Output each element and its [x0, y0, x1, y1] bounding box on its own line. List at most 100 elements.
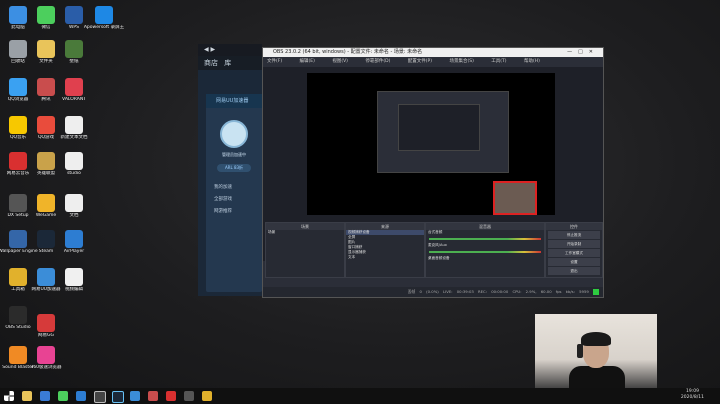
app-icon — [95, 6, 113, 24]
steam-nav[interactable]: 商店 库 — [198, 56, 262, 70]
desktop-icon-label: 视频编辑 — [65, 287, 83, 292]
windows-start-icon[interactable] — [4, 391, 14, 401]
menu-scene-collection[interactable]: 场景集合(S) — [449, 59, 473, 64]
app-icon — [37, 314, 55, 332]
window-controls[interactable]: —□✕ — [567, 48, 599, 57]
status-bitrate: kb/s: 5959 — [565, 289, 589, 294]
start-record-button[interactable]: 开始录制 — [548, 240, 600, 248]
desktop-icon-label: 360极速浏览器 — [30, 365, 62, 370]
menu-item[interactable]: 我的加速 — [214, 182, 262, 194]
app-icon — [65, 6, 83, 24]
music-icon[interactable] — [166, 391, 176, 401]
streamer-body — [569, 366, 625, 390]
menu-profile[interactable]: 配置文件(P) — [408, 59, 432, 64]
desktop-icon[interactable]: AirPlayer — [52, 228, 96, 270]
settings-button[interactable]: 设置 — [548, 258, 600, 266]
scenes-dock: 场景 场景 — [265, 222, 345, 278]
obs-statusbar: 丢帧 0 (0.0%) LIVE: 00:39:03 REC: 00:00:00… — [263, 287, 603, 297]
vip-pill[interactable]: ARL 83折 — [217, 164, 251, 172]
obs-window[interactable]: OBS 23.0.2 (64 bit, windows) - 配置文件: 未命名… — [262, 47, 604, 298]
menu-help[interactable]: 帮助(H) — [524, 59, 540, 64]
app-icon — [65, 78, 83, 96]
app-icon — [65, 40, 83, 58]
status-rec: REC: 00:00:00 — [478, 289, 509, 294]
headset-icon — [577, 344, 583, 358]
desktop-icon[interactable]: 壁纸 — [52, 38, 96, 80]
nav-library[interactable]: 库 — [224, 59, 231, 67]
menu-edit[interactable]: 编辑(E) — [300, 59, 315, 64]
scene-item[interactable]: 场景 — [266, 230, 344, 235]
controls-dock: 控件 停止推流 开始录制 工作室模式 设置 退出 — [545, 222, 603, 278]
controls-title: 控件 — [546, 223, 602, 230]
desktop-icon[interactable]: 视频编辑 — [52, 266, 96, 308]
app-icon[interactable] — [202, 391, 212, 401]
preview-canvas[interactable] — [307, 73, 555, 215]
panel-menu: 我的加速 全部游戏 网游推荐 — [206, 182, 262, 218]
desktop-icon-label: studio — [67, 171, 81, 176]
desktop-icon-label: Apowersoft 录屏王 — [83, 25, 125, 30]
menu-view[interactable]: 视图(V) — [332, 59, 348, 64]
clock-date: 2020/8/11 — [680, 395, 704, 400]
uu-taskbar-icon[interactable] — [130, 391, 140, 401]
wechat-icon[interactable] — [58, 391, 68, 401]
desktop-icon[interactable]: VALORANT — [52, 76, 96, 118]
streamer-hair — [581, 332, 611, 346]
steam-window[interactable]: ◀ ▶ 商店 库 网易UU加速器 管理员加速中 ARL 83折 我的加速 全部游… — [198, 44, 262, 296]
menu-file[interactable]: 文件(F) — [267, 59, 282, 64]
app-icon[interactable] — [40, 391, 50, 401]
desktop-icon[interactable]: 360极速浏览器 — [24, 344, 68, 386]
avatar[interactable] — [220, 120, 248, 148]
system-clock[interactable]: 19:09 2020/8/11 — [681, 389, 704, 401]
explorer-icon[interactable] — [22, 391, 32, 401]
mixer-track: 麦克风/Aux — [428, 243, 447, 247]
source-item[interactable]: 文本 — [346, 255, 424, 260]
steam-topbar[interactable]: ◀ ▶ — [198, 44, 262, 56]
app-icon — [65, 194, 83, 212]
desktop-icon-label: VALORANT — [62, 97, 86, 102]
steam-taskbar-icon[interactable] — [112, 391, 124, 403]
studio-mode-button[interactable]: 工作室模式 — [548, 249, 600, 257]
app-icon[interactable] — [184, 391, 194, 401]
app-icon — [65, 268, 83, 286]
obs-menubar[interactable]: 文件(F) 编辑(E) 视图(V) 停靠部件(D) 配置文件(P) 场景集合(S… — [263, 57, 603, 66]
desktop-icon-label: 文档 — [69, 213, 79, 218]
nested-obs-capture — [377, 91, 509, 173]
menu-docks[interactable]: 停靠部件(D) — [365, 59, 390, 64]
webcam-overlay — [535, 314, 657, 390]
status-cpu: CPU: 2.9%, 60.00 fps — [512, 289, 562, 294]
username: 管理员加速中 — [222, 152, 246, 157]
desktop-icon-label: 新建文本文档 — [60, 135, 88, 140]
desktop-icon-label: AirPlayer — [63, 249, 85, 254]
menu-item[interactable]: 网游推荐 — [214, 206, 262, 218]
sources-dock: 来源 视频捕获设备 全屏 图片 窗口捕获 显示器捕获 文本 — [345, 222, 425, 278]
obs-titlebar[interactable]: OBS 23.0.2 (64 bit, windows) - 配置文件: 未命名… — [263, 48, 603, 57]
sources-title: 来源 — [346, 223, 424, 230]
nav-store[interactable]: 商店 — [204, 59, 218, 67]
desktop-icon-label: 网易GG — [38, 333, 54, 338]
mixer-track: 台式音频 — [428, 230, 443, 234]
webcam-source — [493, 181, 537, 215]
taskbar: 19:09 2020/8/11 — [0, 388, 720, 404]
app-icon — [65, 116, 83, 134]
window-title: OBS 23.0.2 (64 bit, windows) - 配置文件: 未命名… — [273, 49, 423, 55]
mixer-track: 桌面音频设备 — [428, 256, 450, 260]
stop-stream-button[interactable]: 停止推流 — [548, 231, 600, 239]
status-live: LIVE: 00:39:03 — [443, 289, 474, 294]
browser-icon[interactable] — [76, 391, 86, 401]
app-icon[interactable] — [148, 391, 158, 401]
app-icon — [65, 230, 83, 248]
app-icon — [65, 152, 83, 170]
scenes-title: 场景 — [266, 223, 344, 230]
stream-status-icon — [593, 289, 599, 295]
panel-title: 网易UU加速器 — [206, 94, 262, 108]
obs-taskbar-icon[interactable] — [94, 391, 106, 403]
nested-obs-capture-2 — [398, 104, 480, 151]
menu-tools[interactable]: 工具(T) — [491, 59, 506, 64]
volume-meter[interactable] — [429, 238, 541, 240]
mixer-title: 混音器 — [426, 223, 544, 230]
menu-item[interactable]: 全部游戏 — [214, 194, 262, 206]
volume-meter[interactable] — [429, 251, 541, 253]
uu-accelerator-panel: 网易UU加速器 管理员加速中 ARL 83折 我的加速 全部游戏 网游推荐 — [206, 94, 262, 292]
exit-button[interactable]: 退出 — [548, 267, 600, 275]
desktop-icon[interactable]: studio — [52, 150, 96, 192]
